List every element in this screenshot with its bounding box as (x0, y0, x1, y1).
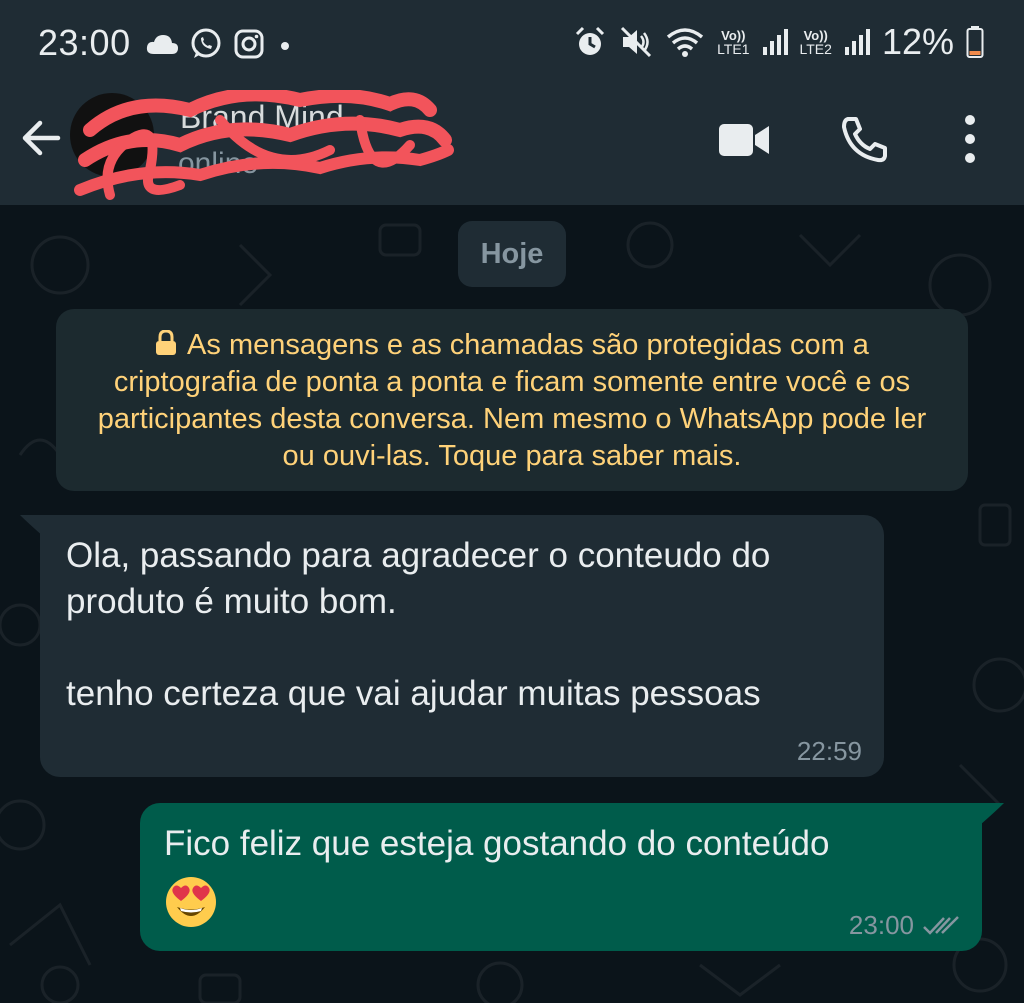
date-chip: Hoje (458, 221, 566, 287)
incoming-message-text: Ola, passando para agradecer o conteudo … (66, 536, 771, 713)
mute-icon (621, 26, 652, 58)
video-call-icon[interactable] (718, 120, 770, 160)
more-options-icon[interactable] (958, 113, 982, 165)
wifi-icon (666, 28, 704, 57)
sim1-label: Vo)) LTE1 (717, 27, 750, 57)
incoming-message-time: 22:59 (796, 736, 862, 766)
voice-call-icon[interactable] (840, 115, 888, 163)
heart-eyes-emoji-icon (166, 877, 216, 927)
status-right-icons: Vo)) LTE1 Vo)) LTE2 12% (573, 20, 984, 64)
contact-status: online (178, 147, 259, 180)
instagram-icon (234, 29, 264, 59)
status-left-icons (145, 24, 295, 64)
outgoing-message-bubble[interactable]: Fico feliz que esteja gostando do conteú… (140, 803, 982, 951)
status-bar: 23:00 Vo)) LTE1 Vo)) LTE2 12% (0, 0, 1024, 85)
signal-sim1-icon (762, 29, 788, 55)
contact-name[interactable]: Brand Mind (180, 99, 344, 136)
encryption-notice-text: As mensagens e as chamadas são protegida… (97, 329, 927, 472)
incoming-message-bubble[interactable]: Ola, passando para agradecer o conteudo … (40, 515, 884, 777)
dot-icon (281, 42, 289, 50)
chat-area[interactable]: Hoje As mensagens e as chamadas são prot… (0, 205, 1024, 1003)
outgoing-bubble-tail (980, 803, 1004, 825)
status-time: 23:00 (38, 22, 131, 63)
signal-sim2-icon (844, 29, 870, 55)
battery-percent: 12% (881, 21, 954, 62)
avatar[interactable] (70, 93, 154, 177)
cloud-icon (146, 35, 178, 54)
chat-header: Brand Mind online (0, 85, 1024, 205)
back-arrow-icon[interactable] (18, 115, 64, 161)
encryption-notice[interactable]: As mensagens e as chamadas são protegida… (56, 309, 968, 491)
outgoing-message-text: Fico feliz que esteja gostando do conteú… (164, 824, 830, 863)
outgoing-message-time: 23:00 (848, 910, 914, 940)
whatsapp-icon (191, 28, 221, 58)
outgoing-message-meta: 23:00 (849, 910, 962, 941)
lock-icon (156, 330, 177, 355)
sim2-label: Vo)) LTE2 (799, 27, 832, 57)
read-double-check-icon (923, 915, 959, 935)
alarm-icon (576, 26, 605, 55)
battery-icon (966, 26, 984, 58)
